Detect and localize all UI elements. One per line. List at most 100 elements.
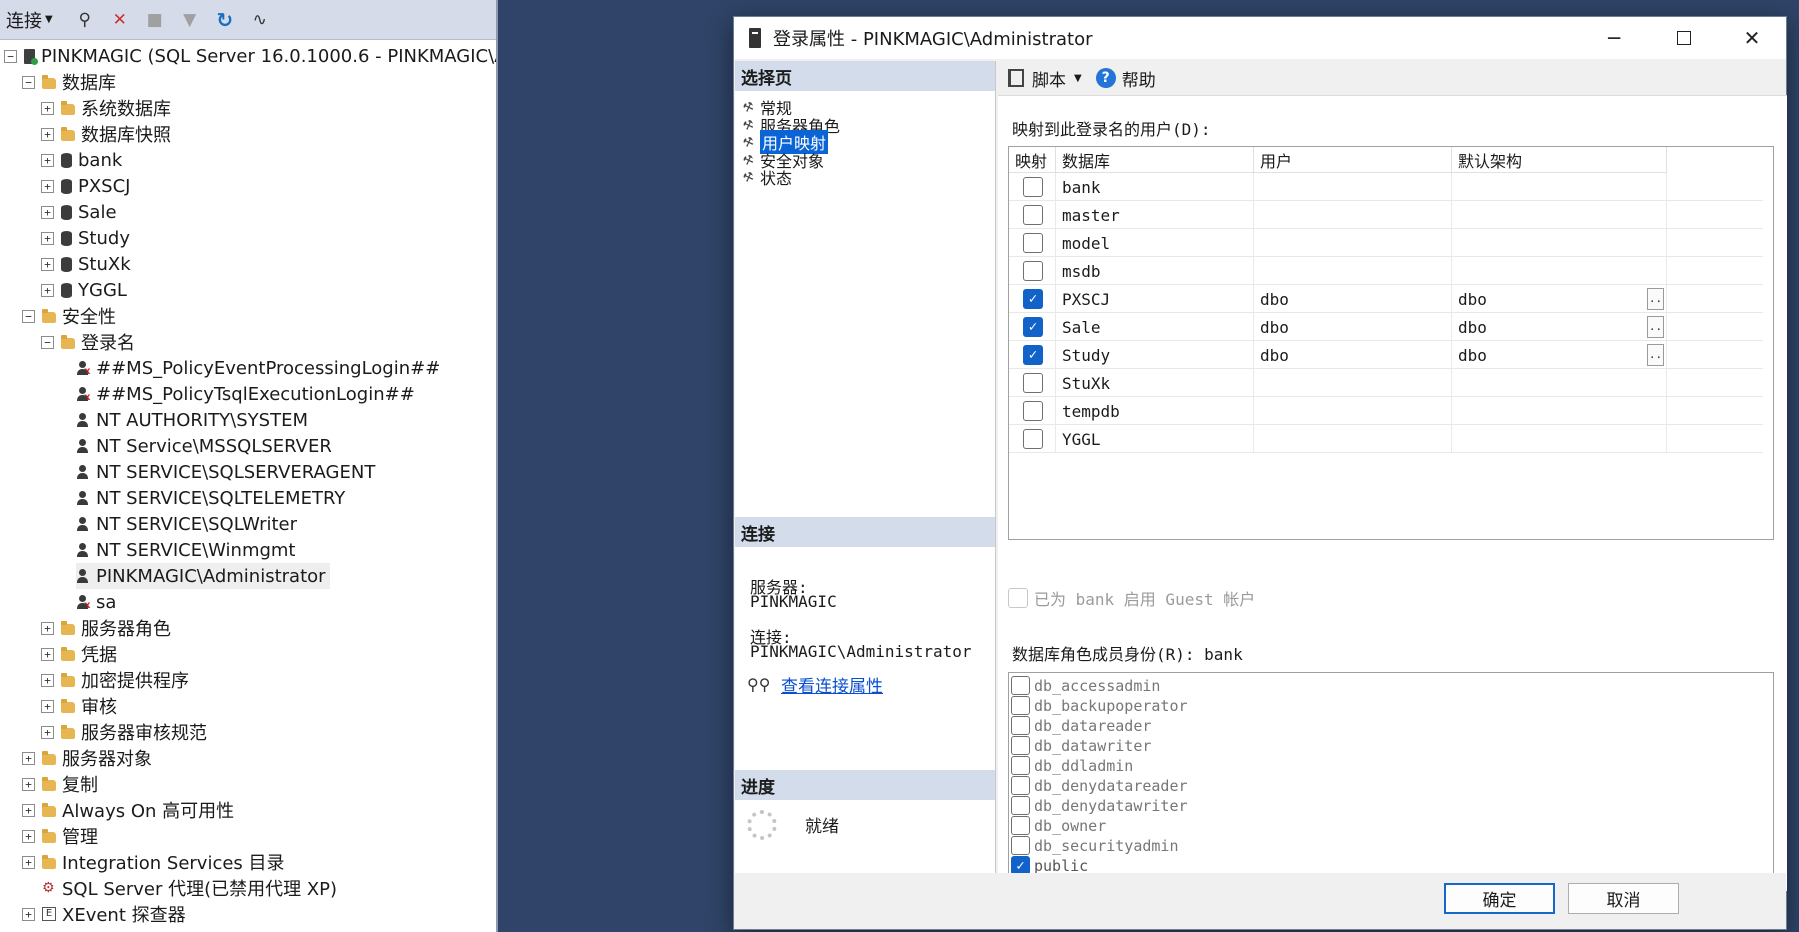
- refresh-icon[interactable]: ↻: [214, 8, 236, 32]
- dialog-titlebar[interactable]: 登录属性 - PINKMAGIC\Administrator ─ ✕: [734, 17, 1786, 59]
- tree-node[interactable]: NT SERVICE\SQLWriter: [76, 511, 297, 537]
- close-button[interactable]: ✕: [1717, 17, 1787, 59]
- map-checkbox[interactable]: [1023, 261, 1043, 281]
- collapse-icon[interactable]: −: [22, 75, 35, 89]
- expand-icon[interactable]: +: [22, 803, 35, 817]
- table-row[interactable]: ✓ PXSCJ dbo dbo..: [1009, 285, 1763, 313]
- collapse-icon[interactable]: −: [22, 309, 35, 323]
- column-header-map[interactable]: 映射: [1009, 147, 1056, 173]
- tree-node[interactable]: NT SERVICE\SQLSERVERAGENT: [76, 459, 375, 485]
- column-header-default-schema[interactable]: 默认架构: [1452, 147, 1667, 173]
- map-checkbox[interactable]: ✓: [1023, 289, 1043, 309]
- role-checkbox[interactable]: [1011, 836, 1030, 855]
- script-button[interactable]: 脚本: [1032, 66, 1066, 91]
- map-checkbox[interactable]: [1023, 429, 1043, 449]
- map-checkbox[interactable]: [1023, 177, 1043, 197]
- role-checkbox[interactable]: [1011, 796, 1030, 815]
- tree-node[interactable]: PINKMAGIC\Administrator: [76, 563, 330, 589]
- tree-node[interactable]: NT AUTHORITY\SYSTEM: [76, 407, 308, 433]
- expand-icon[interactable]: +: [22, 777, 35, 791]
- filter-icon[interactable]: ▼: [179, 9, 201, 31]
- map-checkbox[interactable]: [1023, 373, 1043, 393]
- column-header-user[interactable]: 用户: [1254, 147, 1452, 173]
- map-checkbox[interactable]: [1023, 233, 1043, 253]
- tree-node[interactable]: x ##MS_PolicyTsqlExecutionLogin##: [76, 381, 415, 407]
- map-checkbox[interactable]: ✓: [1023, 317, 1043, 337]
- map-checkbox[interactable]: [1023, 401, 1043, 421]
- expand-icon[interactable]: +: [41, 673, 54, 687]
- guest-account-checkbox[interactable]: [1008, 588, 1028, 608]
- tree-node[interactable]: + Always On 高可用性: [22, 797, 234, 823]
- role-checkbox[interactable]: [1011, 696, 1030, 715]
- collapse-icon[interactable]: −: [4, 49, 17, 63]
- expand-icon[interactable]: +: [41, 257, 54, 271]
- tree-node[interactable]: + 服务器角色: [41, 615, 171, 641]
- role-checkbox[interactable]: [1011, 676, 1030, 695]
- user-cell[interactable]: dbo: [1254, 341, 1452, 369]
- page-item[interactable]: ⚒ 状态: [741, 167, 792, 188]
- view-connection-properties-link[interactable]: 查看连接属性: [781, 672, 883, 697]
- table-row[interactable]: bank: [1009, 173, 1763, 201]
- table-row[interactable]: StuXk: [1009, 369, 1763, 397]
- tree-node[interactable]: NT Service\MSSQLSERVER: [76, 433, 332, 459]
- tree-node[interactable]: + Ε XEvent 探查器: [22, 901, 186, 927]
- tree-node[interactable]: NT SERVICE\Winmgmt: [76, 537, 296, 563]
- tree-node[interactable]: + Integration Services 目录: [22, 849, 285, 875]
- tree-node[interactable]: − 数据库: [22, 69, 116, 95]
- expand-icon[interactable]: +: [41, 231, 54, 245]
- maximize-button[interactable]: [1649, 17, 1719, 59]
- user-cell[interactable]: dbo: [1254, 285, 1452, 313]
- schema-cell[interactable]: dbo..: [1452, 285, 1667, 313]
- connect-button[interactable]: 连接 ▼: [6, 7, 53, 33]
- user-cell[interactable]: [1254, 201, 1452, 229]
- schema-cell[interactable]: [1452, 201, 1667, 229]
- expand-icon[interactable]: +: [22, 751, 35, 765]
- tree-node[interactable]: x sa: [76, 589, 116, 615]
- table-row[interactable]: master: [1009, 201, 1763, 229]
- tree-node[interactable]: + 服务器对象: [22, 745, 152, 771]
- help-button[interactable]: 帮助: [1122, 66, 1156, 91]
- role-checkbox[interactable]: [1011, 756, 1030, 775]
- tree-node[interactable]: x ##MS_PolicyEventProcessingLogin##: [76, 355, 440, 381]
- tree-node[interactable]: + 凭据: [41, 641, 117, 667]
- expand-icon[interactable]: +: [41, 127, 54, 141]
- ok-button[interactable]: 确定: [1444, 883, 1555, 914]
- schema-cell[interactable]: [1452, 425, 1667, 453]
- browse-schema-button[interactable]: ..: [1647, 316, 1664, 338]
- user-cell[interactable]: [1254, 425, 1452, 453]
- user-cell[interactable]: [1254, 397, 1452, 425]
- schema-cell[interactable]: dbo..: [1452, 341, 1667, 369]
- role-checkbox[interactable]: [1011, 736, 1030, 755]
- tree-node-server[interactable]: − PINKMAGIC (SQL Server 16.0.1000.6 - PI…: [4, 43, 496, 69]
- table-row[interactable]: ✓ Sale dbo dbo..: [1009, 313, 1763, 341]
- schema-cell[interactable]: [1452, 369, 1667, 397]
- connect-plug-icon[interactable]: ⚲: [74, 9, 96, 31]
- user-cell[interactable]: dbo: [1254, 313, 1452, 341]
- column-header-database[interactable]: 数据库: [1056, 147, 1254, 173]
- browse-schema-button[interactable]: ..: [1647, 344, 1664, 366]
- chevron-down-icon[interactable]: ▼: [1074, 73, 1082, 84]
- cancel-button[interactable]: 取消: [1568, 883, 1679, 914]
- table-row[interactable]: model: [1009, 229, 1763, 257]
- tree-node[interactable]: ⚙ SQL Server 代理(已禁用代理 XP): [42, 875, 337, 901]
- tree-node[interactable]: + 数据库快照: [41, 121, 171, 147]
- role-checkbox[interactable]: [1011, 716, 1030, 735]
- expand-icon[interactable]: +: [41, 205, 54, 219]
- schema-cell[interactable]: [1452, 397, 1667, 425]
- tree-node[interactable]: + Study: [41, 225, 130, 251]
- expand-icon[interactable]: +: [41, 153, 54, 167]
- user-cell[interactable]: [1254, 229, 1452, 257]
- user-cell[interactable]: [1254, 257, 1452, 285]
- browse-schema-button[interactable]: ..: [1647, 288, 1664, 310]
- collapse-icon[interactable]: −: [41, 335, 54, 349]
- tree-node[interactable]: + StuXk: [41, 251, 131, 277]
- user-cell[interactable]: [1254, 173, 1452, 201]
- table-row[interactable]: ✓ Study dbo dbo..: [1009, 341, 1763, 369]
- schema-cell[interactable]: [1452, 229, 1667, 257]
- table-row[interactable]: tempdb: [1009, 397, 1763, 425]
- tree-node[interactable]: NT SERVICE\SQLTELEMETRY: [76, 485, 345, 511]
- tree-node[interactable]: − 登录名: [41, 329, 135, 355]
- tree-node[interactable]: + YGGL: [41, 277, 127, 303]
- expand-icon[interactable]: +: [22, 907, 35, 921]
- expand-icon[interactable]: +: [41, 647, 54, 661]
